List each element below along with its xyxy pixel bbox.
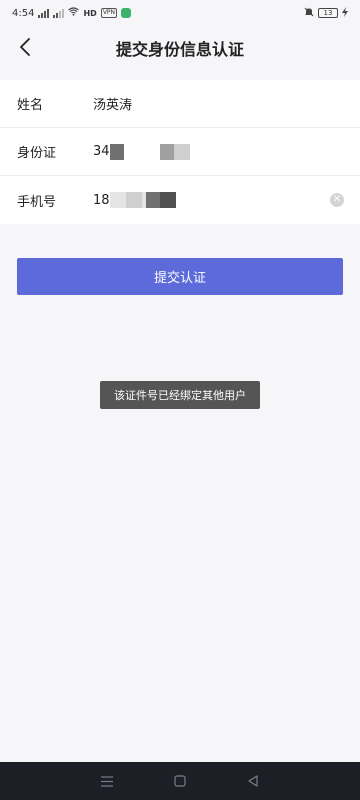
redaction-block <box>109 143 124 160</box>
status-bar: 4:54 HD VPN 13 <box>0 0 360 26</box>
status-time: 4:54 <box>12 7 35 19</box>
home-icon <box>174 775 186 787</box>
id-card-label: 身份证 <box>17 146 57 161</box>
phone-label: 手机号 <box>17 194 57 210</box>
redaction-block <box>113 192 126 208</box>
phone-field[interactable]: 18 <box>93 192 176 208</box>
header-bar: 提交身份信息认证 <box>0 26 360 70</box>
mute-icon <box>304 7 314 20</box>
network-type: HD <box>83 8 97 18</box>
nav-home-button[interactable] <box>168 769 192 793</box>
back-triangle-icon <box>248 775 258 787</box>
name-row[interactable]: 姓名 汤英涛 <box>0 80 360 128</box>
redaction-block <box>159 192 176 208</box>
nav-menu-button[interactable] <box>95 769 119 793</box>
wifi-icon <box>68 7 80 19</box>
status-right: 13 <box>304 6 348 20</box>
phone-row[interactable]: 手机号 18 ✕ <box>0 176 360 224</box>
redaction-block <box>145 192 160 208</box>
nav-back-button[interactable] <box>241 769 265 793</box>
charging-icon <box>342 6 348 20</box>
signal-2-icon <box>53 8 65 18</box>
chevron-left-icon <box>20 38 30 56</box>
phone-visible-digits: 18 <box>93 192 110 208</box>
id-card-field[interactable]: 34 <box>93 143 190 160</box>
id-card-row[interactable]: 身份证 34 <box>0 128 360 176</box>
back-button[interactable] <box>14 36 36 58</box>
status-left: 4:54 HD VPN <box>12 7 132 19</box>
id-card-visible-digits: 34 <box>93 144 110 159</box>
signal-icon <box>38 8 50 18</box>
redaction-block <box>125 192 142 208</box>
redaction-block <box>159 143 174 160</box>
system-nav-bar <box>0 762 360 800</box>
redaction-block <box>173 143 190 160</box>
submit-button[interactable]: 提交认证 <box>17 258 343 295</box>
clear-icon: ✕ <box>332 194 342 205</box>
menu-icon <box>100 775 113 787</box>
battery-icon: 13 <box>318 8 338 18</box>
identity-form: 姓名 汤英涛 身份证 34 手机号 18 ✕ <box>0 80 360 224</box>
clear-phone-button[interactable]: ✕ <box>330 193 344 207</box>
app-notification-icon <box>121 8 132 18</box>
toast-message: 该证件号已经绑定其他用户 <box>100 381 260 409</box>
name-field[interactable]: 汤英涛 <box>93 94 132 113</box>
page-title: 提交身份信息认证 <box>115 40 244 59</box>
name-label: 姓名 <box>17 98 44 113</box>
redaction-gap <box>124 144 160 160</box>
vpn-icon: VPN <box>100 8 118 18</box>
